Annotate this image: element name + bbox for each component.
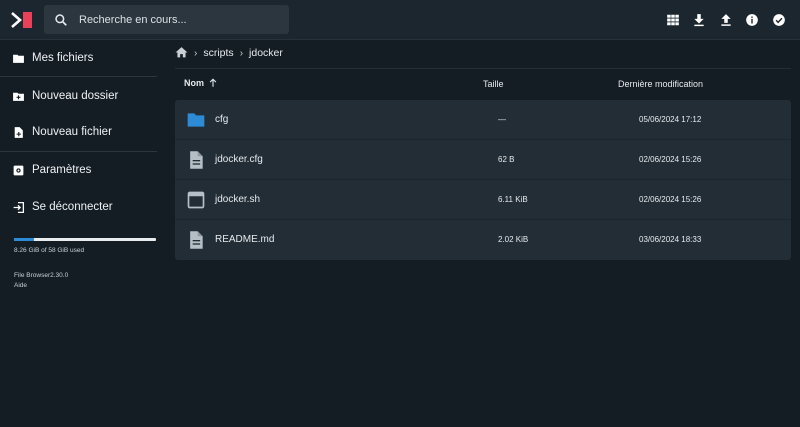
file-listing: Nom Taille Dernière modification cfg — 0… bbox=[175, 68, 791, 260]
disk-usage-fill bbox=[14, 238, 34, 241]
file-size: — bbox=[498, 115, 506, 124]
header-actions bbox=[660, 10, 793, 30]
info-icon bbox=[746, 14, 759, 26]
file-size: 2.02 KiB bbox=[498, 235, 529, 244]
breadcrumb-home[interactable] bbox=[175, 46, 188, 61]
sort-by-name[interactable]: Nom bbox=[184, 78, 218, 88]
home-icon bbox=[175, 46, 188, 57]
grid-view-icon bbox=[666, 14, 679, 26]
breadcrumb: › scripts › jdocker bbox=[175, 44, 283, 62]
list-item[interactable]: jdocker.sh 6.11 KiB 02/06/2024 15:26 bbox=[175, 180, 791, 220]
download-button[interactable] bbox=[686, 10, 713, 30]
disk-usage-text: 8.26 GiB of 58 GiB used bbox=[14, 247, 85, 254]
divider bbox=[0, 76, 157, 77]
sidebar-item-logout[interactable]: Se déconnecter bbox=[0, 189, 157, 225]
disk-usage-bar bbox=[14, 238, 156, 241]
list-item[interactable]: cfg — 05/06/2024 17:12 bbox=[175, 100, 791, 140]
credits: File Browser2.30.0 Aide bbox=[14, 271, 68, 291]
settings-icon bbox=[13, 165, 24, 175]
file-name: README.md bbox=[215, 234, 275, 245]
sidebar-item-label: Nouveau dossier bbox=[32, 90, 119, 102]
app-logo[interactable] bbox=[11, 11, 33, 29]
view-mode-button[interactable] bbox=[660, 10, 687, 30]
file-name: jdocker.sh bbox=[215, 194, 261, 205]
search-box[interactable] bbox=[44, 5, 289, 34]
sidebar-item-new-folder[interactable]: Nouveau dossier bbox=[0, 78, 157, 114]
sidebar-item-my-files[interactable]: Mes fichiers bbox=[0, 40, 157, 76]
breadcrumb-item[interactable]: jdocker bbox=[249, 47, 283, 59]
top-bar bbox=[0, 0, 800, 40]
chevron-right-icon: › bbox=[239, 47, 244, 59]
download-icon bbox=[694, 14, 704, 27]
file-size: 6.11 KiB bbox=[498, 195, 528, 204]
upload-button[interactable] bbox=[713, 10, 740, 30]
sidebar-item-new-file[interactable]: Nouveau fichier bbox=[0, 114, 157, 150]
select-multiple-button[interactable] bbox=[766, 10, 793, 30]
new-folder-icon bbox=[13, 92, 24, 101]
list-item[interactable]: README.md 2.02 KiB 03/06/2024 18:33 bbox=[175, 220, 791, 260]
column-header-name: Nom bbox=[184, 78, 204, 88]
file-modified: 03/06/2024 18:33 bbox=[639, 235, 702, 244]
info-button[interactable] bbox=[739, 10, 766, 30]
file-size: 62 B bbox=[498, 155, 515, 164]
folder-icon bbox=[13, 54, 24, 63]
folder-icon bbox=[187, 113, 205, 127]
sidebar: Mes fichiers Nouveau dossier Nouveau fic… bbox=[0, 40, 157, 427]
file-name: jdocker.cfg bbox=[215, 154, 263, 165]
file-rows: cfg — 05/06/2024 17:12 jdocker.cfg 62 B … bbox=[175, 100, 791, 260]
select-check-icon bbox=[772, 14, 785, 26]
help-link[interactable]: Aide bbox=[14, 281, 68, 291]
logout-icon bbox=[13, 201, 25, 213]
file-icon bbox=[190, 151, 203, 169]
arrow-up-icon bbox=[209, 78, 217, 87]
breadcrumb-item[interactable]: scripts bbox=[203, 47, 233, 59]
column-header-size[interactable]: Taille bbox=[483, 79, 504, 89]
search-input[interactable] bbox=[79, 13, 269, 26]
file-modified: 02/06/2024 15:26 bbox=[639, 155, 702, 164]
sidebar-item-label: Mes fichiers bbox=[32, 52, 94, 64]
file-modified: 05/06/2024 17:12 bbox=[639, 115, 702, 124]
new-file-icon bbox=[14, 126, 23, 138]
upload-icon bbox=[721, 14, 731, 26]
version-text: File Browser2.30.0 bbox=[14, 272, 69, 279]
search-icon bbox=[55, 13, 67, 26]
file-name: cfg bbox=[215, 114, 229, 125]
sidebar-item-label: Se déconnecter bbox=[32, 201, 113, 213]
sidebar-item-label: Paramètres bbox=[32, 164, 92, 176]
column-header-modified[interactable]: Dernière modification bbox=[618, 79, 703, 89]
file-icon bbox=[190, 231, 203, 249]
file-modified: 02/06/2024 15:26 bbox=[639, 195, 702, 204]
listing-header: Nom Taille Dernière modification bbox=[175, 68, 791, 100]
list-item[interactable]: jdocker.cfg 62 B 02/06/2024 15:26 bbox=[175, 140, 791, 180]
terminal-window-icon bbox=[187, 191, 205, 209]
sidebar-item-settings[interactable]: Paramètres bbox=[0, 152, 157, 188]
chevron-right-icon: › bbox=[194, 47, 198, 59]
sidebar-item-label: Nouveau fichier bbox=[32, 126, 112, 138]
